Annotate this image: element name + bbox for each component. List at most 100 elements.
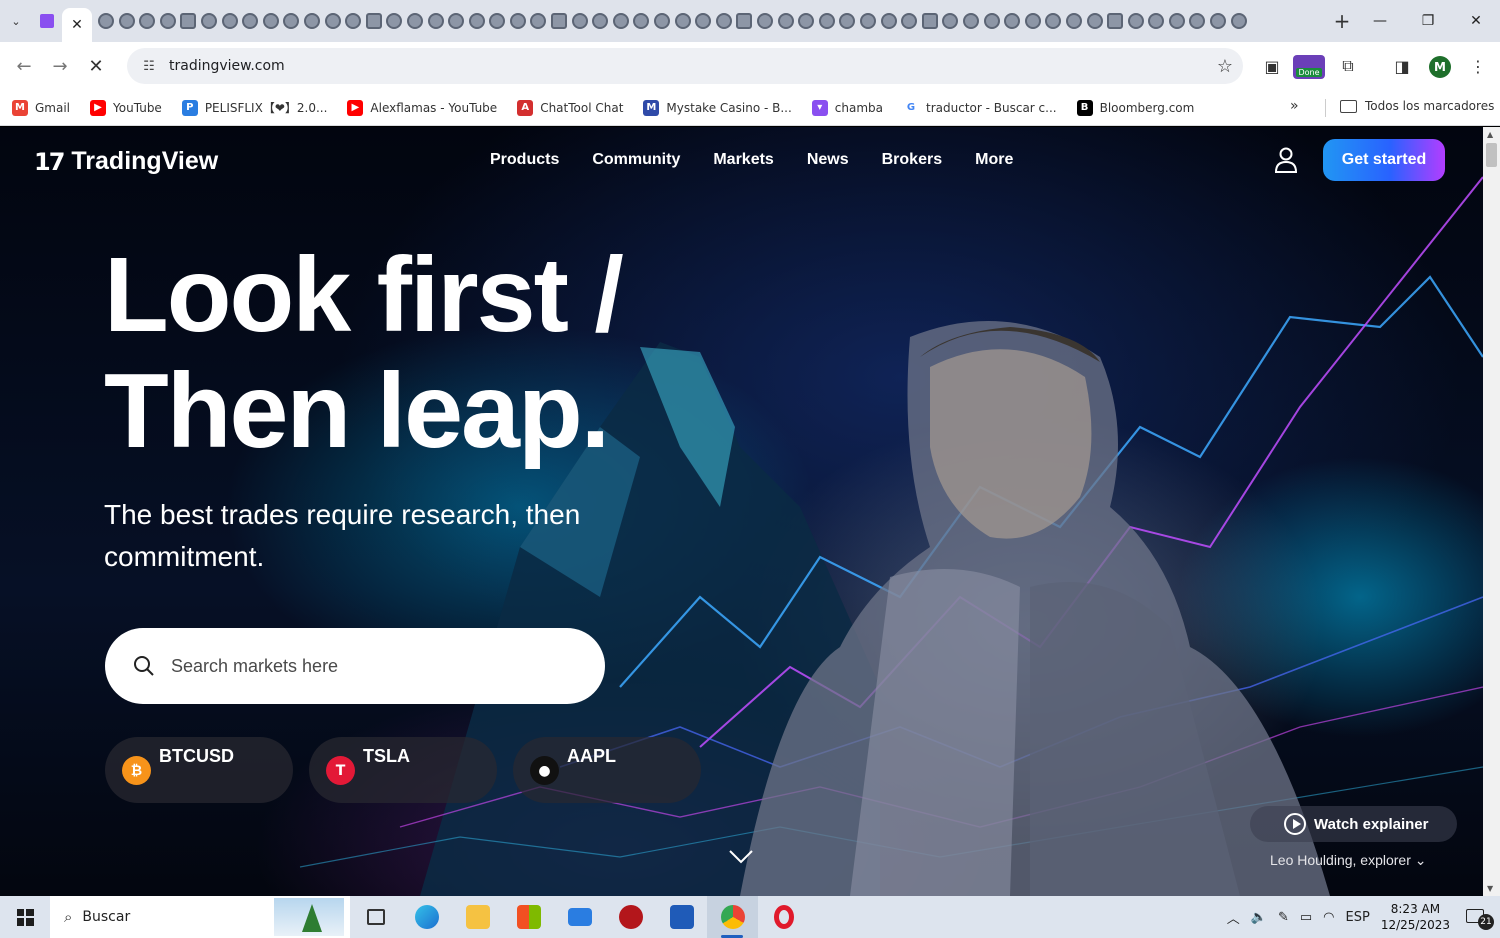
- tab-search-chevron-icon[interactable]: ⌄: [0, 5, 32, 37]
- page-scrollbar[interactable]: ▲ ▼: [1483, 127, 1500, 896]
- get-started-button[interactable]: Get started: [1323, 139, 1445, 181]
- stop-loading-button[interactable]: ✕: [78, 48, 114, 84]
- pinned-tab-favicon[interactable]: [98, 13, 114, 29]
- pinned-tab-favicon[interactable]: [406, 13, 423, 29]
- pinned-tab-favicon[interactable]: [200, 13, 217, 29]
- microsoft-store-app[interactable]: [503, 896, 554, 938]
- pinned-tab-favicon[interactable]: [1230, 13, 1247, 29]
- extensions-puzzle-icon[interactable]: ⧉: [1334, 50, 1362, 82]
- ticker-chip-tsla[interactable]: T TSLA: [309, 737, 497, 803]
- bookmark-item[interactable]: M Gmail: [12, 99, 70, 116]
- start-button[interactable]: [0, 896, 50, 938]
- url-text[interactable]: tradingview.com: [169, 58, 1207, 74]
- bookmark-item[interactable]: M Mystake Casino - B...: [643, 99, 792, 116]
- site-info-icon[interactable]: ☷: [133, 59, 165, 74]
- file-explorer-app[interactable]: [452, 896, 503, 938]
- taskbar-search[interactable]: ⌕ Buscar: [50, 896, 350, 938]
- watch-explainer-button[interactable]: Watch explainer: [1250, 806, 1457, 842]
- search-markets-input[interactable]: [171, 655, 551, 677]
- scrollbar-thumb[interactable]: [1486, 143, 1497, 167]
- language-indicator[interactable]: ESP: [1346, 910, 1370, 925]
- pinned-tab-favicon[interactable]: [1004, 13, 1021, 29]
- volume-icon[interactable]: 🔈: [1251, 910, 1267, 925]
- pinned-tab-favicon[interactable]: [715, 13, 732, 29]
- pinned-tab-favicon[interactable]: [654, 13, 671, 29]
- chrome-app[interactable]: [707, 896, 758, 938]
- nav-markets[interactable]: Markets: [713, 151, 773, 169]
- active-tab[interactable]: ✕: [62, 8, 92, 42]
- pinned-tab-favicon[interactable]: [612, 13, 629, 29]
- bookmark-item[interactable]: P PELISFLIX【❤】2.0...: [181, 99, 327, 116]
- pinned-tab-favicon[interactable]: [839, 13, 856, 29]
- pinned-tab-favicon[interactable]: [777, 13, 794, 29]
- pen-icon[interactable]: ✎: [1278, 910, 1289, 925]
- user-account-icon[interactable]: [1274, 147, 1298, 173]
- bookmark-item[interactable]: ▶ YouTube: [90, 99, 162, 116]
- pinned-tab-favicon[interactable]: [1065, 13, 1082, 29]
- pinned-tab-favicon[interactable]: [736, 13, 753, 29]
- new-tab-button[interactable]: +: [1328, 7, 1356, 35]
- pinned-tab-favicon[interactable]: [448, 13, 465, 29]
- pinned-tab-favicon[interactable]: [365, 13, 382, 29]
- pinned-tab-favicon[interactable]: [345, 13, 362, 29]
- pinned-tab-favicon[interactable]: [571, 13, 588, 29]
- pinned-tab-favicon[interactable]: [1168, 13, 1185, 29]
- nav-more[interactable]: More: [975, 151, 1013, 169]
- tab-close-icon[interactable]: ✕: [71, 17, 83, 33]
- pinned-tab-favicon[interactable]: [118, 13, 135, 29]
- pinned-tab-favicon[interactable]: [633, 13, 650, 29]
- pinned-tab-favicon[interactable]: [1189, 13, 1206, 29]
- pinned-tab-favicon[interactable]: [283, 13, 300, 29]
- mail-app[interactable]: [554, 896, 605, 938]
- pinned-tab-favicon[interactable]: [242, 13, 259, 29]
- tray-overflow-chevron-icon[interactable]: ︿: [1227, 908, 1240, 927]
- word-app[interactable]: [656, 896, 707, 938]
- nav-products[interactable]: Products: [490, 151, 559, 169]
- restore-icon[interactable]: ❐: [1404, 0, 1452, 42]
- browser-menu-icon[interactable]: ⋮: [1464, 50, 1492, 82]
- pinned-tab-favicon[interactable]: [818, 13, 835, 29]
- pinned-tab-twitch[interactable]: [34, 8, 60, 34]
- pinned-tab-favicon[interactable]: [489, 13, 506, 29]
- notification-center-button[interactable]: 21: [1466, 906, 1494, 930]
- pinned-tab-favicon[interactable]: [983, 13, 1000, 29]
- clock[interactable]: 8:23 AM 12/25/2023: [1381, 901, 1450, 933]
- ticker-chip-aapl[interactable]: ● AAPL: [513, 737, 701, 803]
- pinned-tab-favicon[interactable]: [695, 13, 712, 29]
- bookmark-item[interactable]: B Bloomberg.com: [1076, 99, 1194, 116]
- pinned-tab-favicon[interactable]: [509, 13, 526, 29]
- pinned-tab-favicon[interactable]: [1024, 13, 1041, 29]
- pinned-tab-favicon[interactable]: [1086, 13, 1103, 29]
- meet-now-icon[interactable]: ▭: [1300, 910, 1312, 925]
- pinned-tab-favicon[interactable]: [139, 13, 156, 29]
- extension-done-button[interactable]: Done: [1293, 55, 1325, 79]
- nav-community[interactable]: Community: [592, 151, 680, 169]
- close-window-icon[interactable]: ✕: [1452, 0, 1500, 42]
- pinned-tab-favicon[interactable]: [180, 13, 197, 29]
- pinned-tab-favicon[interactable]: [942, 13, 959, 29]
- task-view-button[interactable]: [350, 896, 401, 938]
- all-bookmarks-button[interactable]: Todos los marcadores: [1340, 99, 1494, 113]
- pinned-tab-favicon[interactable]: [901, 13, 918, 29]
- pinned-tab-favicon[interactable]: [798, 13, 815, 29]
- nav-news[interactable]: News: [807, 151, 849, 169]
- pinned-tab-favicon[interactable]: [468, 13, 485, 29]
- pinned-tab-favicon[interactable]: [1107, 13, 1124, 29]
- pinned-tab-favicon[interactable]: [530, 13, 547, 29]
- pinned-tab-favicon[interactable]: [674, 13, 691, 29]
- pinned-tab-favicon[interactable]: [1127, 13, 1144, 29]
- scroll-down-chevron-icon[interactable]: [728, 849, 754, 865]
- pinned-tab-favicon[interactable]: [159, 13, 176, 29]
- bookmarks-overflow-icon[interactable]: »: [1290, 98, 1299, 114]
- pinned-tab-favicon[interactable]: [1045, 13, 1062, 29]
- pinned-tab-favicon[interactable]: [386, 13, 403, 29]
- pinned-tab-favicon[interactable]: [1148, 13, 1165, 29]
- minimize-icon[interactable]: —: [1356, 0, 1404, 42]
- extension-robot-icon[interactable]: ▣: [1258, 50, 1286, 82]
- back-button[interactable]: ←: [6, 48, 42, 84]
- game-app[interactable]: [605, 896, 656, 938]
- pinned-tab-favicon[interactable]: [427, 13, 444, 29]
- wifi-icon[interactable]: ◠: [1323, 910, 1334, 925]
- pinned-tab-favicon[interactable]: [1210, 13, 1227, 29]
- nav-brokers[interactable]: Brokers: [882, 151, 942, 169]
